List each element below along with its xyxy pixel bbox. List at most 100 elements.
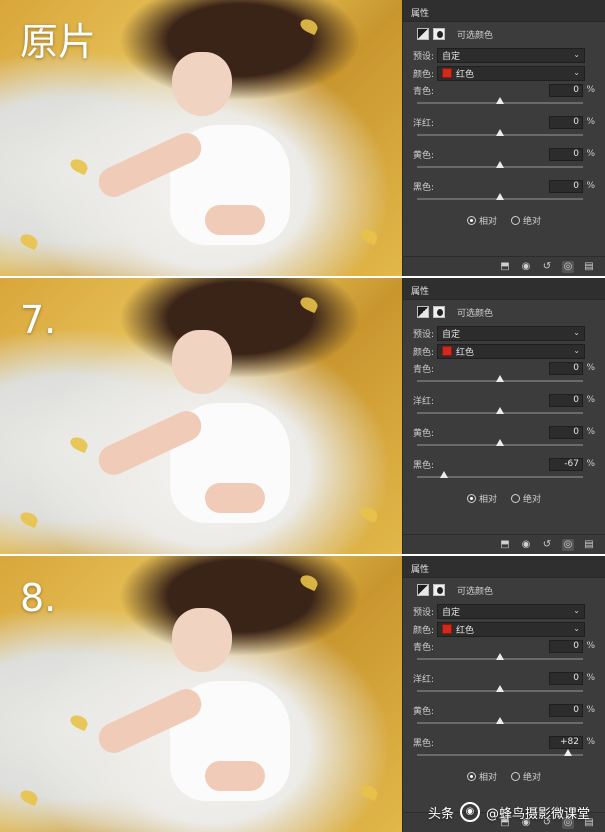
layer-name: 可选颜色 xyxy=(457,586,494,597)
slider-thumb[interactable] xyxy=(496,193,504,200)
camera-logo-icon: ◉ xyxy=(460,802,481,822)
slider-thumb[interactable] xyxy=(564,749,573,756)
absolute-radio[interactable]: 绝对 xyxy=(511,214,541,227)
slider-block: 青色: 0% xyxy=(403,638,605,670)
slider-thumb[interactable] xyxy=(496,439,504,446)
slider-value-input[interactable]: 0 xyxy=(549,639,583,653)
slider-track[interactable] xyxy=(417,653,583,660)
slider-track[interactable] xyxy=(417,717,583,724)
slider-value-input[interactable]: 0 xyxy=(549,425,583,439)
color-dropdown[interactable]: 红色 ⌄ xyxy=(437,65,585,81)
slider-label: 洋红: xyxy=(413,118,435,129)
visibility-eye-icon[interactable]: ◎ xyxy=(562,538,574,551)
portrait-photo: 7. xyxy=(0,278,402,554)
adjustment-layer-icon[interactable] xyxy=(417,584,429,596)
relative-radio[interactable]: 相对 xyxy=(466,214,497,227)
slider-block: 黄色: 0% xyxy=(403,702,605,734)
trash-icon[interactable]: ▤ xyxy=(583,261,595,273)
slider-value-input[interactable]: +82 xyxy=(549,735,583,749)
slider-thumb[interactable] xyxy=(496,97,504,104)
photo-label: 原片 xyxy=(20,20,97,64)
color-row: 颜色: 红色 ⌄ xyxy=(403,342,605,360)
visibility-eye-icon[interactable]: ◎ xyxy=(562,260,574,273)
reset-icon[interactable]: ↺ xyxy=(541,539,553,551)
slider-label: 青色: xyxy=(413,364,435,375)
preset-dropdown[interactable]: 自定 ⌄ xyxy=(437,47,585,63)
slider-track[interactable] xyxy=(417,161,583,168)
red-color-swatch xyxy=(442,624,452,634)
slider-value-input[interactable]: 0 xyxy=(549,115,583,129)
color-dropdown[interactable]: 红色 ⌄ xyxy=(437,621,585,637)
absolute-radio[interactable]: 绝对 xyxy=(511,770,541,783)
slider-thumb[interactable] xyxy=(496,129,504,136)
slider-block: 黑色: 0% xyxy=(403,178,605,210)
preset-dropdown[interactable]: 自定 ⌄ xyxy=(437,603,585,619)
slider-thumb[interactable] xyxy=(496,375,504,382)
slider-block: 黑色: -67% xyxy=(403,456,605,488)
trash-icon[interactable]: ▤ xyxy=(583,539,595,551)
slider-label: 黑色: xyxy=(413,182,435,193)
adjustment-layer-icon[interactable] xyxy=(417,306,429,318)
slider-track[interactable] xyxy=(417,439,583,446)
relative-label: 相对 xyxy=(478,216,497,227)
view-previous-icon[interactable]: ◉ xyxy=(520,261,532,273)
adjustment-layer-icon[interactable] xyxy=(417,28,429,40)
preset-dropdown[interactable]: 自定 ⌄ xyxy=(437,325,585,341)
photo-label: 8. xyxy=(20,576,57,620)
percent-unit: % xyxy=(586,427,595,437)
absolute-label: 绝对 xyxy=(523,772,542,783)
layer-mask-icon[interactable] xyxy=(433,306,445,318)
relative-radio[interactable]: 相对 xyxy=(466,492,497,505)
slider-value-input[interactable]: 0 xyxy=(549,361,583,375)
absolute-radio[interactable]: 绝对 xyxy=(511,492,541,505)
layer-mask-icon[interactable] xyxy=(433,28,445,40)
hands xyxy=(205,483,265,513)
slider-thumb[interactable] xyxy=(496,653,504,660)
relative-radio[interactable]: 相对 xyxy=(466,770,497,783)
slider-header: 青色: 0% xyxy=(413,82,595,98)
slider-track[interactable] xyxy=(417,749,583,756)
layer-mask-icon[interactable] xyxy=(433,584,445,596)
slider-track[interactable] xyxy=(417,129,583,136)
clip-to-layer-icon[interactable]: ⬒ xyxy=(499,539,511,551)
color-value: 红色 xyxy=(456,69,475,80)
slider-value-input[interactable]: -67 xyxy=(549,457,583,471)
slider-value-input[interactable]: 0 xyxy=(549,147,583,161)
panel-title: 属性 xyxy=(403,556,605,578)
slider-thumb[interactable] xyxy=(496,161,504,168)
slider-value-input[interactable]: 0 xyxy=(549,703,583,717)
clip-to-layer-icon[interactable]: ⬒ xyxy=(499,261,511,273)
slider-label: 黄色: xyxy=(413,428,435,439)
slider-thumb[interactable] xyxy=(496,717,504,724)
slider-block: 黄色: 0% xyxy=(403,146,605,178)
slider-track[interactable] xyxy=(417,471,583,478)
slider-header: 黄色: 0% xyxy=(413,424,595,440)
slider-track[interactable] xyxy=(417,685,583,692)
slider-track[interactable] xyxy=(417,407,583,414)
chevron-down-icon: ⌄ xyxy=(573,623,580,633)
method-radio-group: 相对 绝对 xyxy=(403,488,605,508)
watermark: 头条 ◉ @蜂鸟摄影微课堂 xyxy=(428,798,604,826)
leaf xyxy=(358,504,380,524)
slider-thumb[interactable] xyxy=(496,685,504,692)
preset-row: 预设: 自定 ⌄ xyxy=(403,46,605,64)
slider-track[interactable] xyxy=(417,97,583,104)
slider-value-input[interactable]: 0 xyxy=(549,671,583,685)
slider-header: 黄色: 0% xyxy=(413,146,595,162)
slider-track[interactable] xyxy=(417,193,583,200)
face xyxy=(172,52,232,116)
percent-unit: % xyxy=(586,673,595,683)
slider-thumb[interactable] xyxy=(496,407,504,414)
color-dropdown[interactable]: 红色 ⌄ xyxy=(437,343,585,359)
slider-block: 青色: 0% xyxy=(403,82,605,114)
reset-icon[interactable]: ↺ xyxy=(541,261,553,273)
slider-value-input[interactable]: 0 xyxy=(549,393,583,407)
comparison-row-8: 8. 属性 可选颜色 预设: 自定 ⌄ 颜色: 红色 ⌄ 青色: 0% 洋红: 0% 黄… xyxy=(0,556,605,832)
slider-thumb[interactable] xyxy=(440,471,449,478)
slider-value-input[interactable]: 0 xyxy=(549,83,583,97)
percent-unit: % xyxy=(586,459,595,469)
slider-value-input[interactable]: 0 xyxy=(549,179,583,193)
view-previous-icon[interactable]: ◉ xyxy=(520,539,532,551)
slider-track[interactable] xyxy=(417,375,583,382)
slider-block: 黑色: +82% xyxy=(403,734,605,766)
